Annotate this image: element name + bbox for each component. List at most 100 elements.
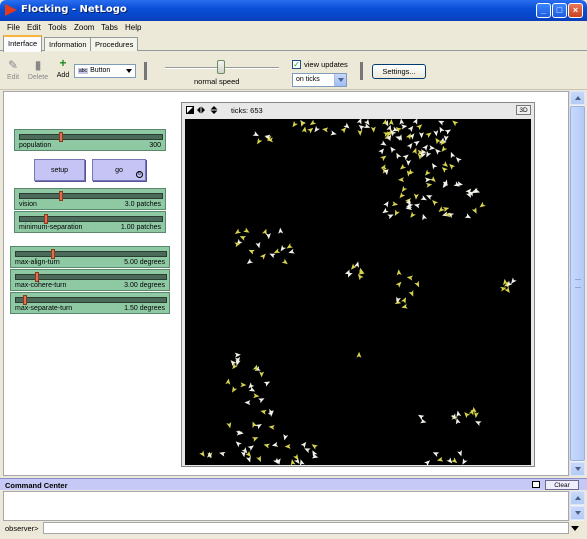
menu-tools[interactable]: Tools — [48, 23, 67, 32]
resize-icon[interactable] — [186, 106, 194, 114]
vision-slider[interactable]: vision 3.0 patches — [14, 188, 166, 210]
turtle-agent — [413, 140, 420, 147]
turtle-agent — [401, 303, 408, 309]
turtle-agent — [330, 130, 337, 136]
turtle-agent — [271, 441, 279, 447]
popout-icon[interactable] — [532, 481, 540, 488]
minimize-icon[interactable]: _ — [536, 3, 551, 18]
turtle-agent — [244, 400, 251, 406]
update-mode-value: on ticks — [296, 76, 320, 83]
turtle-agent — [284, 443, 291, 449]
menu-help[interactable]: Help — [125, 23, 141, 32]
edit-label: Edit — [6, 74, 20, 81]
edit-button[interactable]: ✎ Edit — [5, 58, 21, 81]
command-input[interactable] — [43, 522, 569, 534]
turtle-agent — [286, 243, 293, 249]
settings-button[interactable]: Settings... — [372, 64, 426, 79]
scroll-up-icon[interactable] — [570, 491, 585, 505]
slider-knob[interactable] — [59, 191, 63, 201]
add-button[interactable]: + Add — [55, 56, 71, 79]
menu-zoom[interactable]: Zoom — [74, 23, 94, 32]
turtle-agent — [408, 290, 414, 297]
menu-file[interactable]: File — [7, 23, 20, 32]
close-icon[interactable]: × — [568, 3, 583, 18]
turtle-agent — [300, 441, 307, 449]
turtle-agent — [401, 185, 408, 193]
maximize-icon[interactable]: □ — [552, 3, 567, 18]
turtle-agent — [378, 148, 385, 155]
menu-edit[interactable]: Edit — [27, 23, 41, 32]
turtle-agent — [288, 248, 295, 254]
world-canvas[interactable] — [185, 119, 531, 465]
slider-knob[interactable] — [51, 249, 55, 259]
turtle-agent — [479, 201, 486, 208]
turtle-agent — [418, 132, 424, 139]
turtle-agent — [425, 169, 431, 176]
setup-button[interactable]: setup — [34, 159, 85, 181]
turtle-agent — [358, 124, 365, 131]
turtle-agent — [314, 125, 321, 133]
max-separate-turn-slider[interactable]: max-separate-turn 1.50 degrees — [10, 292, 170, 314]
turtle-agent — [464, 213, 472, 219]
slider-label: population — [19, 142, 52, 149]
tab-information[interactable]: Information — [44, 37, 92, 51]
turtle-agent — [431, 163, 438, 170]
max-align-turn-slider[interactable]: max-align-turn 5.00 degrees — [10, 246, 170, 268]
interface-scrollbar[interactable] — [569, 91, 585, 476]
turtle-agent — [401, 124, 408, 130]
scroll-up-icon[interactable] — [570, 91, 585, 105]
dropdown-arrow-icon — [334, 74, 346, 86]
turtle-agent — [452, 120, 459, 127]
turtle-agent — [252, 421, 258, 428]
scroll-down-icon[interactable] — [570, 462, 585, 476]
turtle-agent — [265, 233, 271, 240]
view-updates-checkbox[interactable]: ✓ — [292, 60, 301, 69]
turtle-agent — [433, 130, 439, 137]
turtle-agent — [407, 125, 414, 133]
turtle-agent — [387, 214, 394, 220]
turtle-agent — [356, 119, 362, 125]
turtle-agent — [471, 207, 477, 214]
update-mode-select[interactable]: on ticks — [292, 73, 347, 87]
turtle-agent — [424, 177, 432, 183]
turtle-agent — [428, 145, 436, 151]
delete-button[interactable]: ▮ Delete — [26, 58, 50, 81]
turtle-agent — [426, 195, 433, 200]
minimum-separation-slider[interactable]: minimum-separation 1.00 patches — [14, 211, 166, 233]
slider-value: 3.0 patches — [124, 201, 161, 208]
population-slider[interactable]: population 300 — [14, 129, 166, 151]
slider-knob[interactable] — [59, 132, 63, 142]
turtle-agent — [399, 192, 406, 199]
turtle-agent — [259, 371, 265, 378]
tab-procedures[interactable]: Procedures — [90, 37, 139, 51]
turtle-agent — [432, 200, 439, 207]
slider-knob[interactable] — [23, 295, 27, 305]
turtle-agent — [239, 236, 247, 241]
menu-tabs[interactable]: Tabs — [101, 23, 118, 32]
speed-slider-thumb[interactable] — [217, 60, 225, 74]
turtle-agent — [283, 434, 289, 441]
scroll-down-icon[interactable] — [570, 506, 585, 520]
turtle-agent — [420, 418, 427, 424]
3d-view-button[interactable]: 3D — [516, 105, 531, 115]
left-right-arrows-icon[interactable] — [197, 106, 205, 114]
turtle-agent — [457, 449, 462, 457]
turtle-agent — [248, 382, 255, 389]
output-scrollbar[interactable] — [569, 491, 585, 521]
slider-knob[interactable] — [44, 214, 48, 224]
scroll-thumb[interactable] — [570, 106, 585, 461]
up-down-arrows-icon[interactable] — [210, 106, 218, 114]
trash-icon: ▮ — [34, 58, 42, 72]
history-dropdown-icon[interactable] — [571, 524, 579, 532]
clear-button[interactable]: Clear — [545, 480, 579, 490]
turtle-agent — [226, 421, 232, 429]
turtle-agent — [423, 460, 431, 465]
turtle-agent — [256, 137, 263, 145]
max-cohere-turn-slider[interactable]: max-cohere-turn 3.00 degrees — [10, 269, 170, 291]
tab-interface[interactable]: Interface — [3, 35, 43, 52]
slider-knob[interactable] — [35, 272, 39, 282]
observer-prompt[interactable]: observer> — [5, 524, 39, 533]
go-button[interactable]: go ↻ — [92, 159, 146, 181]
widget-type-select[interactable]: abc Button — [74, 64, 136, 78]
turtle-agent — [396, 269, 402, 276]
